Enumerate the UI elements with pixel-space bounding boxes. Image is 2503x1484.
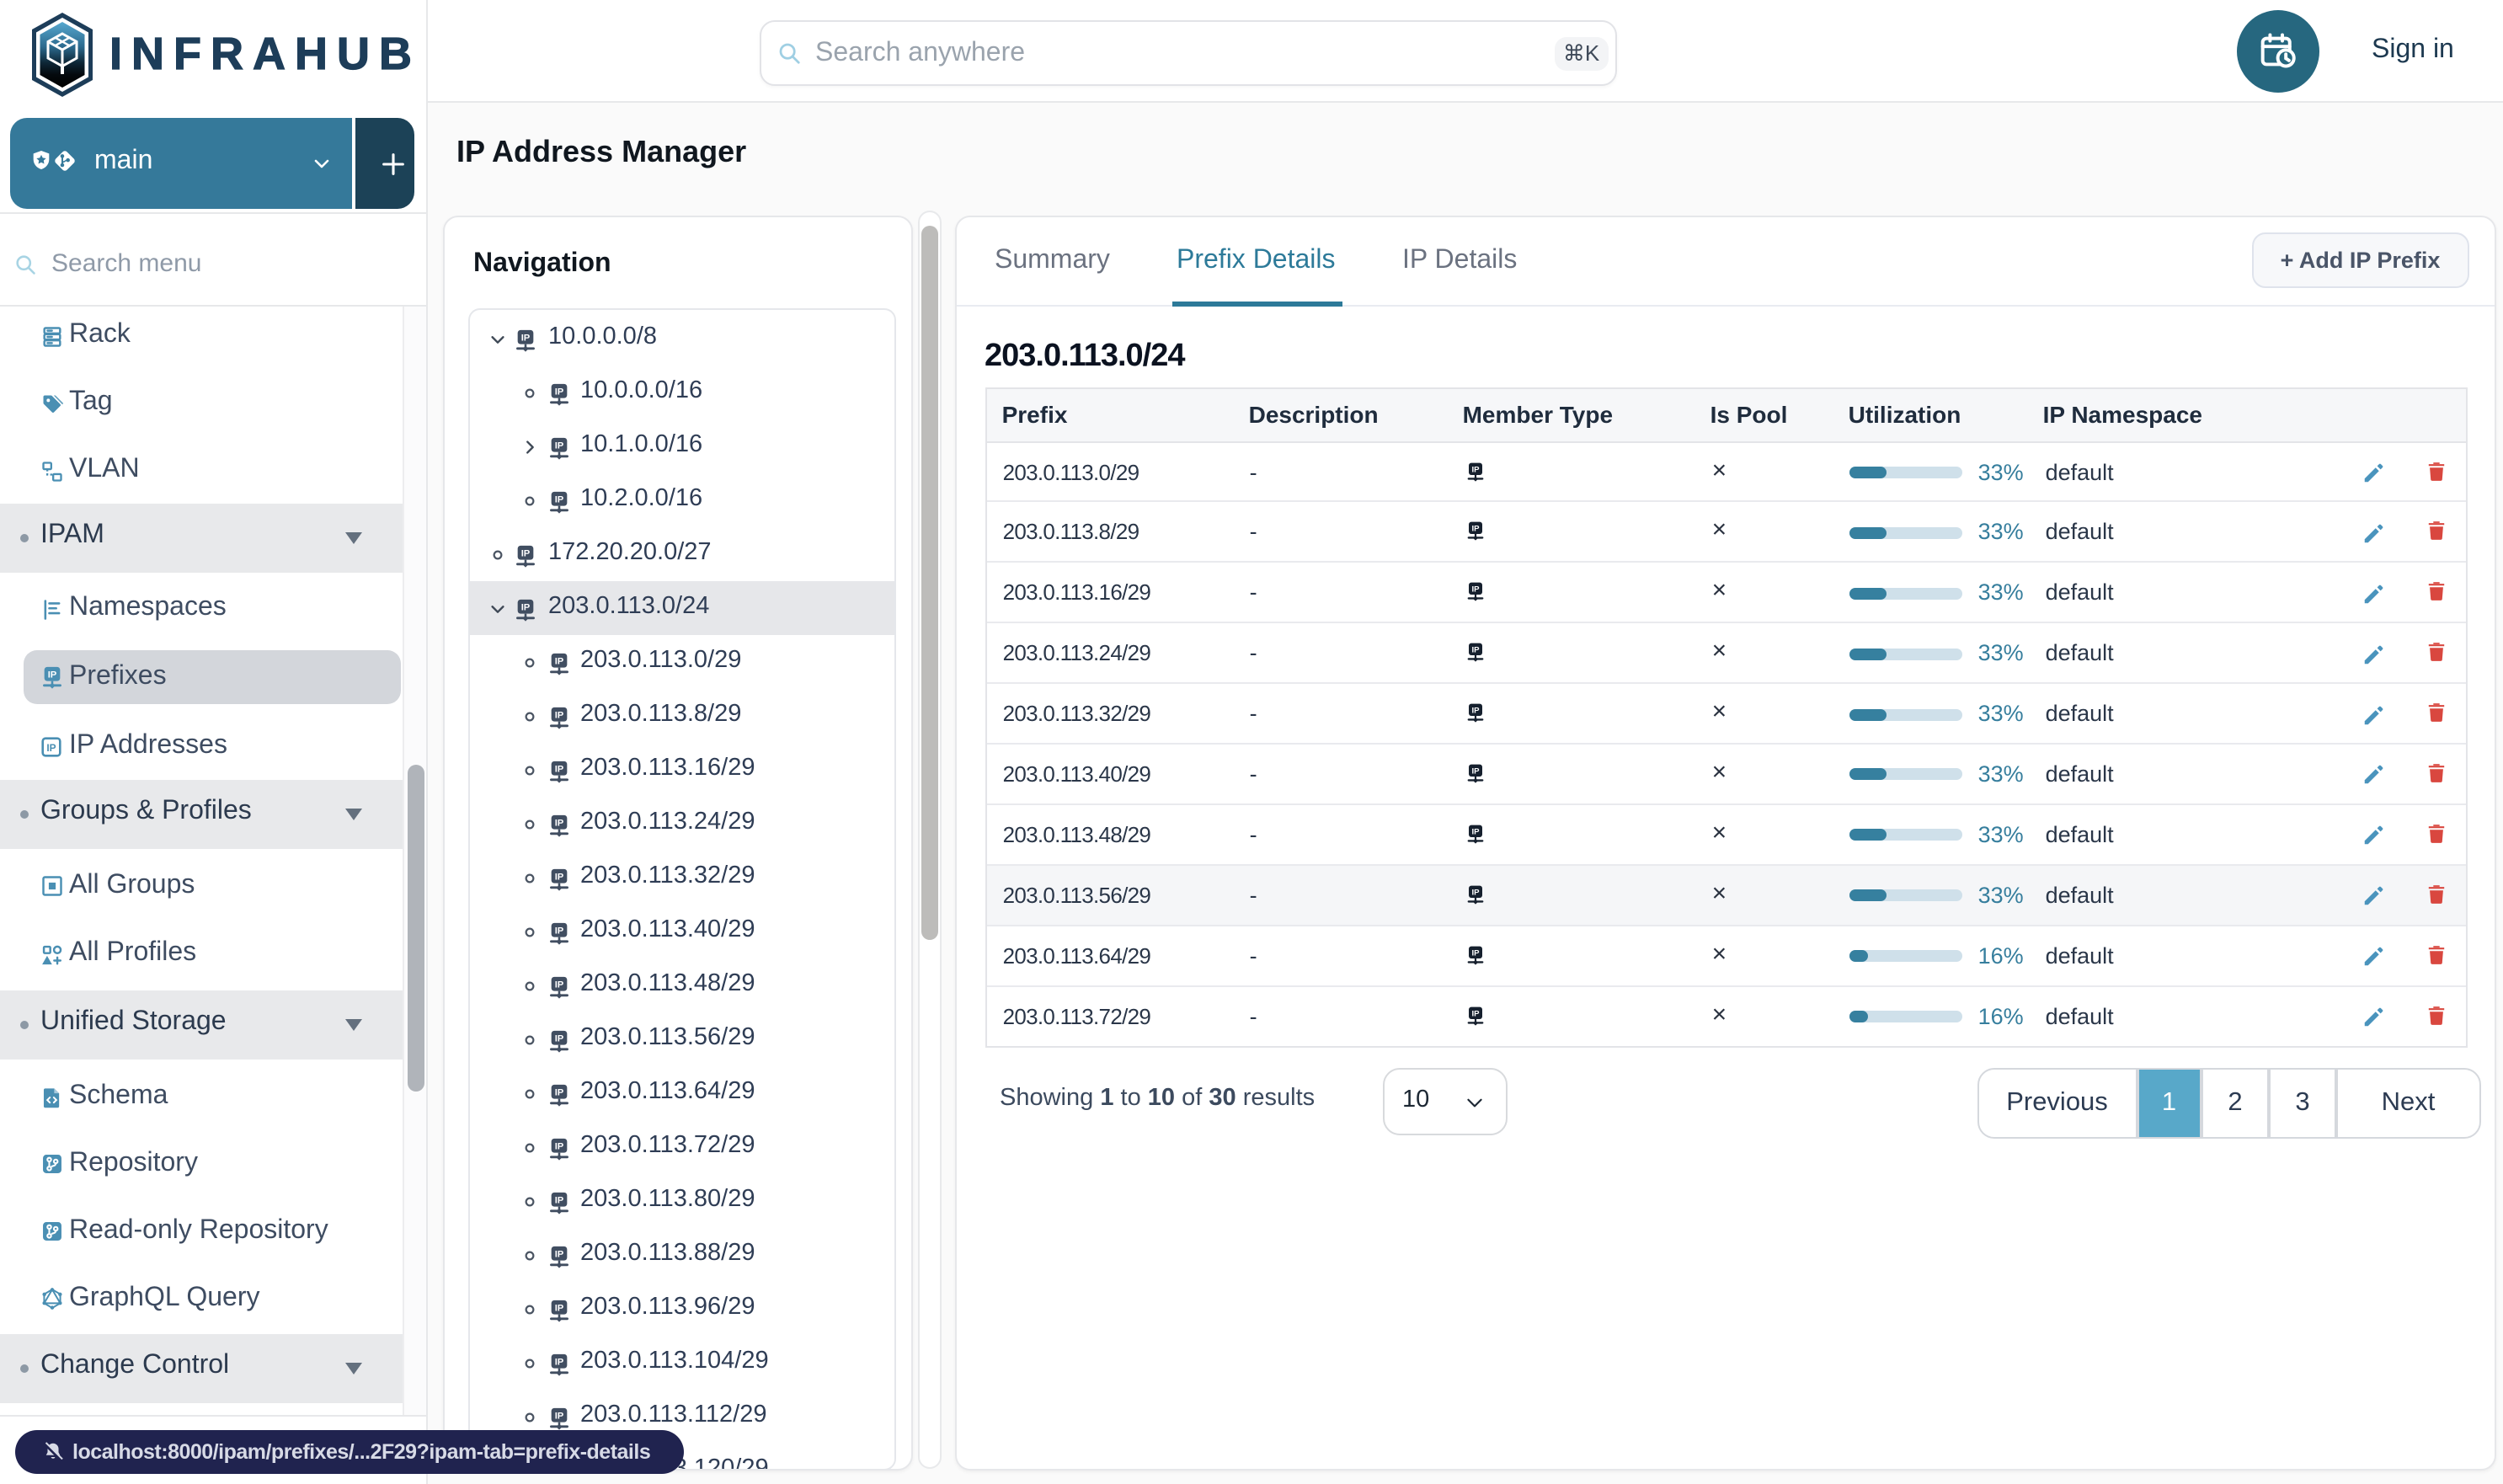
svg-text:IP: IP (554, 1087, 563, 1097)
svg-text:IP: IP (1472, 827, 1481, 836)
svg-text:IP: IP (554, 440, 563, 451)
svg-text:IP: IP (554, 872, 563, 882)
svg-text:IP: IP (554, 764, 563, 774)
svg-text:IP: IP (554, 1141, 563, 1151)
svg-text:IP: IP (554, 980, 563, 990)
svg-text:IP: IP (1472, 585, 1481, 595)
svg-text:IP: IP (554, 1033, 563, 1044)
svg-text:IP: IP (1472, 525, 1481, 534)
svg-text:IP: IP (48, 670, 57, 681)
svg-text:IP: IP (554, 494, 563, 504)
svg-text:IP: IP (1472, 948, 1481, 958)
svg-text:IP: IP (520, 548, 530, 558)
svg-text:IP: IP (554, 1411, 563, 1421)
svg-text:IP: IP (554, 1357, 563, 1367)
svg-text:IP: IP (1472, 465, 1481, 474)
svg-text:IP: IP (1472, 707, 1481, 716)
svg-text:IP: IP (1472, 1009, 1481, 1018)
svg-text:IP: IP (1472, 767, 1481, 777)
svg-text:IP: IP (1472, 888, 1481, 897)
svg-text:IP: IP (46, 741, 56, 753)
svg-text:IP: IP (520, 602, 530, 612)
svg-text:IP: IP (554, 1303, 563, 1313)
svg-text:IP: IP (520, 333, 530, 343)
svg-text:IP: IP (554, 656, 563, 666)
svg-text:IP: IP (554, 818, 563, 828)
svg-text:IP: IP (554, 1195, 563, 1205)
svg-text:IP: IP (554, 926, 563, 936)
svg-text:IP: IP (554, 1249, 563, 1259)
svg-text:IP: IP (554, 710, 563, 720)
svg-text:IP: IP (1472, 646, 1481, 655)
svg-text:IP: IP (554, 387, 563, 397)
